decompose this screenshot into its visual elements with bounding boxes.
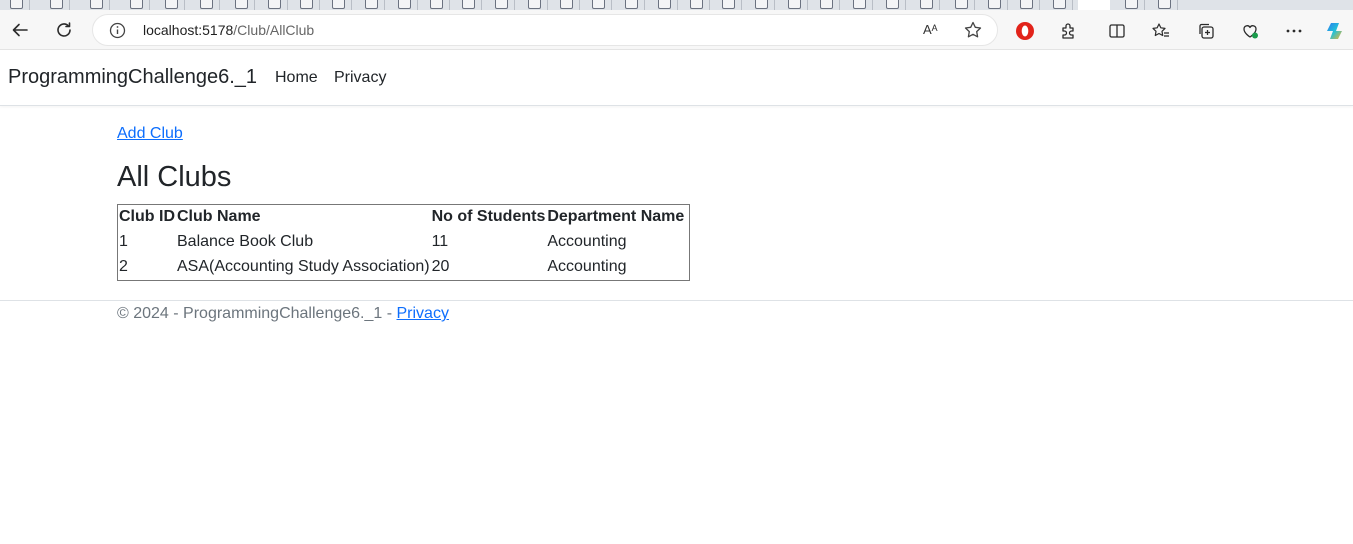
cell-club-name: Balance Book Club (177, 233, 314, 250)
read-aloud-icon[interactable]: Aᴬ (923, 22, 938, 37)
browser-tab[interactable] (258, 0, 288, 10)
browser-tab[interactable] (910, 0, 940, 10)
footer-privacy-link[interactable]: Privacy (397, 305, 449, 322)
browser-tab[interactable] (843, 0, 873, 10)
cell-no-of-students: 11 (431, 233, 449, 250)
cell-no-of-students: 20 (431, 258, 450, 275)
table-header-row: Club ID Club Name No of Students Departm… (118, 205, 690, 231)
cell-club-id: 1 (119, 233, 128, 250)
back-arrow-icon (12, 23, 28, 37)
browser-tab[interactable] (712, 0, 742, 10)
nav-link-privacy[interactable]: Privacy (334, 69, 386, 87)
cell-department-name: Accounting (547, 258, 627, 275)
more-options-icon[interactable] (1283, 20, 1305, 42)
collections-icon[interactable] (1195, 20, 1217, 42)
browser-tab[interactable] (155, 0, 185, 10)
browser-tab[interactable] (1115, 0, 1145, 10)
url-host: localhost:5178 (143, 22, 234, 38)
browser-tab[interactable] (40, 0, 70, 10)
browser-tab[interactable] (485, 0, 515, 10)
browser-tab[interactable] (518, 0, 548, 10)
browser-tab-active[interactable] (1078, 0, 1110, 10)
browser-tab[interactable] (190, 0, 220, 10)
browser-tab[interactable] (1043, 0, 1073, 10)
footer-text: © 2024 - ProgrammingChallenge6._1 - Priv… (117, 305, 449, 323)
browser-tab[interactable] (876, 0, 906, 10)
url-text[interactable]: localhost:5178/Club/AllClub (143, 22, 314, 38)
copilot-icon[interactable] (1324, 20, 1346, 42)
browser-tab[interactable] (452, 0, 482, 10)
add-club-link[interactable]: Add Club (117, 125, 183, 143)
browser-toolbar: localhost:5178/Club/AllClub Aᴬ (0, 10, 1353, 50)
address-bar[interactable]: localhost:5178/Club/AllClub Aᴬ (92, 14, 998, 46)
browser-tab[interactable] (648, 0, 678, 10)
site-info-icon[interactable] (109, 22, 126, 44)
browser-tab[interactable] (1148, 0, 1178, 10)
browser-tab[interactable] (550, 0, 580, 10)
column-header-no-of-students: No of Students (431, 208, 546, 225)
opera-extension-icon[interactable] (1014, 20, 1036, 42)
refresh-button[interactable] (49, 15, 79, 45)
footer-copyright: © 2024 - ProgrammingChallenge6._1 - (117, 305, 397, 322)
page-content: ProgrammingChallenge6._1 Home Privacy Ad… (0, 50, 1353, 544)
browser-tab[interactable] (290, 0, 320, 10)
browser-tab[interactable] (420, 0, 450, 10)
browser-tab[interactable] (355, 0, 385, 10)
browser-tab[interactable] (778, 0, 808, 10)
favorite-star-icon[interactable] (963, 20, 983, 45)
split-screen-icon[interactable] (1106, 20, 1128, 42)
url-path: /Club/AllClub (233, 22, 315, 38)
page-title: All Clubs (117, 161, 232, 193)
navbar-brand[interactable]: ProgrammingChallenge6._1 (8, 66, 257, 89)
cell-department-name: Accounting (547, 233, 627, 250)
browser-tab[interactable] (0, 0, 30, 10)
back-button[interactable] (5, 15, 35, 45)
browser-tab[interactable] (120, 0, 150, 10)
browser-tab[interactable] (680, 0, 710, 10)
browser-essentials-icon[interactable] (1239, 20, 1261, 42)
column-header-department-name: Department Name (547, 208, 685, 225)
browser-tab[interactable] (1010, 0, 1040, 10)
browser-tab[interactable] (945, 0, 975, 10)
site-footer: © 2024 - ProgrammingChallenge6._1 - Priv… (0, 300, 1353, 322)
extensions-puzzle-icon[interactable] (1058, 20, 1080, 42)
browser-tab[interactable] (615, 0, 645, 10)
browser-tab[interactable] (582, 0, 612, 10)
table-row: 1 Balance Book Club 11 Accounting (118, 230, 690, 255)
browser-tab[interactable] (745, 0, 775, 10)
column-header-club-id: Club ID (119, 208, 175, 225)
browser-tab[interactable] (322, 0, 352, 10)
clubs-table: Club ID Club Name No of Students Departm… (117, 204, 690, 281)
browser-tab[interactable] (978, 0, 1008, 10)
browser-tab[interactable] (388, 0, 418, 10)
table-row: 2 ASA(Accounting Study Association) 20 A… (118, 255, 690, 281)
tab-strip (0, 0, 1353, 10)
cell-club-id: 2 (119, 258, 128, 275)
column-header-club-name: Club Name (177, 208, 261, 225)
cell-club-name: ASA(Accounting Study Association) (177, 258, 430, 275)
nav-link-home[interactable]: Home (275, 69, 318, 87)
browser-tab[interactable] (225, 0, 255, 10)
favorites-icon[interactable] (1150, 20, 1172, 42)
site-navbar: ProgrammingChallenge6._1 Home Privacy (0, 50, 1353, 106)
browser-tab[interactable] (80, 0, 110, 10)
refresh-icon (57, 22, 71, 37)
browser-tab[interactable] (810, 0, 840, 10)
